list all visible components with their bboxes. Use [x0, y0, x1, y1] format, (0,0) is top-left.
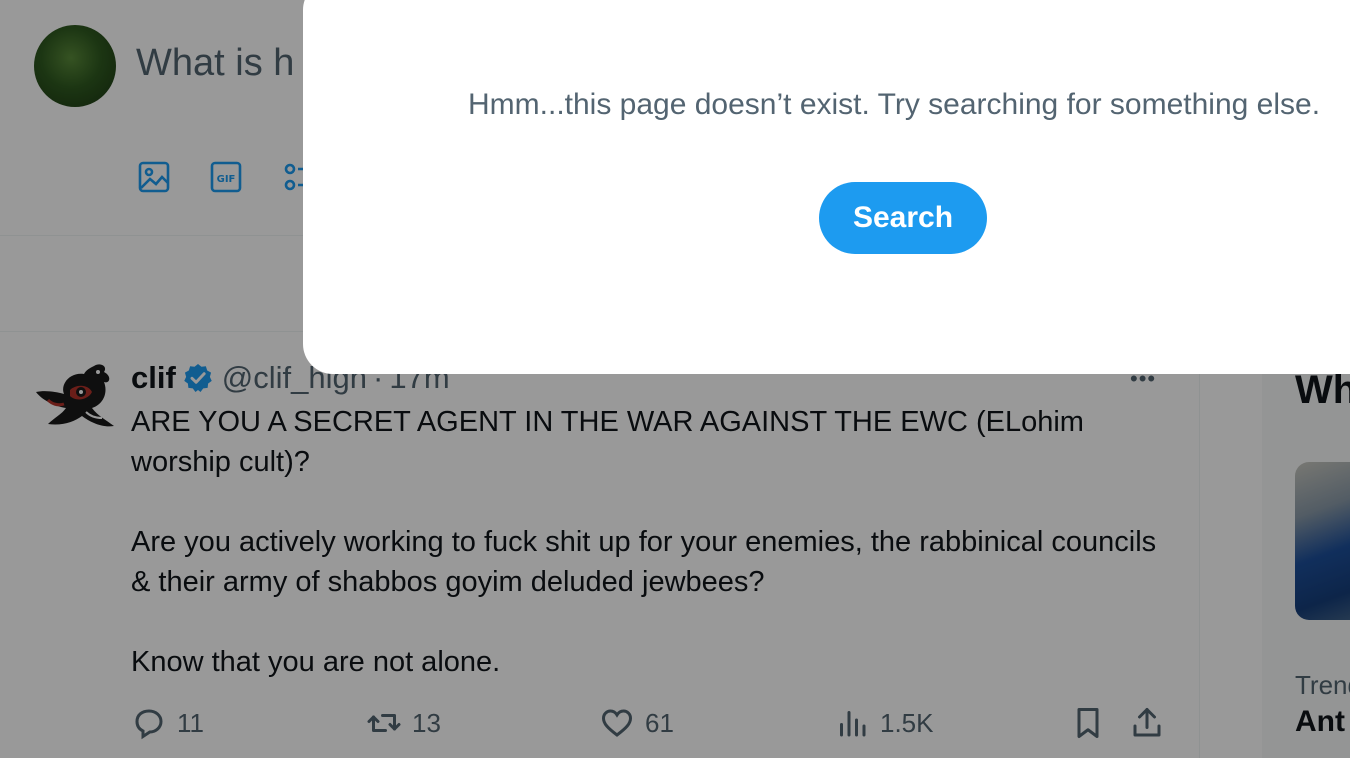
error-message: Hmm...this page doesn’t exist. Try searc… [468, 88, 1321, 121]
search-button[interactable]: Search [819, 182, 987, 254]
error-dialog: Hmm...this page doesn’t exist. Try searc… [303, 0, 1350, 374]
